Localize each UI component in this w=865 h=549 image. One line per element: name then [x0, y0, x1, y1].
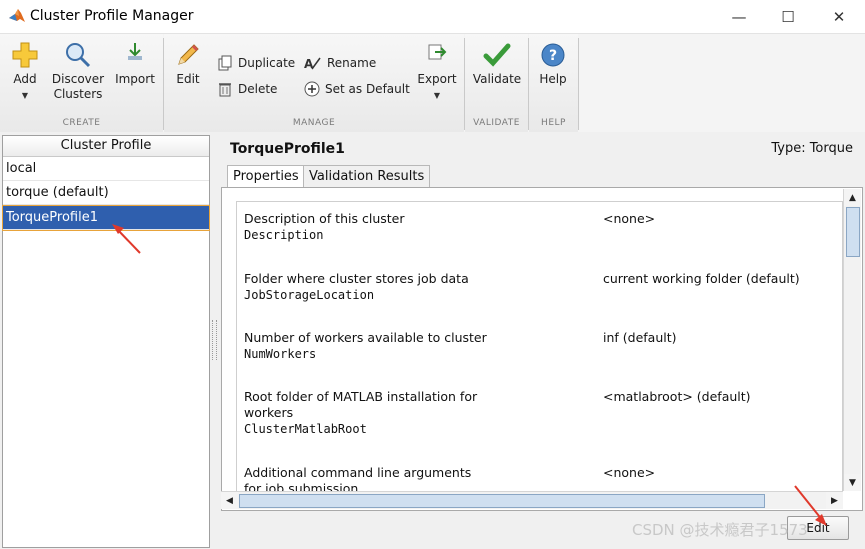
duplicate-label: Duplicate: [238, 56, 296, 70]
validate-label: Validate: [472, 72, 522, 86]
property-description: Description of this cluster Description: [244, 211, 494, 243]
set-as-default-button[interactable]: Set as Default: [304, 81, 410, 97]
rename-label: Rename: [327, 56, 377, 70]
property-description: Folder where cluster stores job data Job…: [244, 271, 494, 303]
close-button[interactable]: ✕: [816, 0, 862, 33]
property-desc-text: Root folder of MATLAB installation for w…: [244, 389, 478, 420]
pencil-icon: [178, 44, 199, 65]
property-desc-text: Number of workers available to cluster: [244, 330, 487, 345]
add-label: Add: [13, 72, 37, 86]
import-button[interactable]: Import: [112, 41, 158, 87]
maximize-button[interactable]: ☐: [765, 0, 811, 33]
separator: [464, 38, 465, 130]
hscroll-thumb[interactable]: [239, 494, 765, 508]
add-button[interactable]: Add ▼: [6, 41, 44, 101]
help-icon: ?: [541, 43, 565, 67]
window-title: Cluster Profile Manager: [30, 8, 194, 24]
scroll-right-arrow-icon[interactable]: ▶: [826, 492, 843, 509]
property-key: JobStorageLocation: [244, 288, 375, 302]
profile-item-local[interactable]: local: [3, 157, 209, 181]
property-value: <none>: [603, 211, 656, 226]
svg-text:?: ?: [549, 48, 557, 64]
delete-button[interactable]: Delete: [217, 81, 277, 97]
property-desc-text: Description of this cluster: [244, 211, 405, 226]
profile-item-torque[interactable]: torque (default): [3, 181, 209, 205]
minimize-button[interactable]: —: [716, 0, 762, 33]
matlab-logo-icon: [9, 9, 25, 22]
vertical-scrollbar[interactable]: ▲ ▼: [843, 189, 861, 491]
profile-list-header: Cluster Profile: [3, 136, 209, 157]
property-description: Number of workers available to cluster N…: [244, 330, 494, 362]
properties-list: Description of this cluster Description …: [236, 201, 843, 493]
discover-label-2: Clusters: [53, 87, 103, 101]
plus-icon: [12, 42, 38, 68]
chevron-down-icon: ▼: [433, 91, 441, 100]
splitter-handle[interactable]: [212, 320, 217, 360]
scroll-up-arrow-icon[interactable]: ▲: [844, 189, 861, 206]
property-key: Description: [244, 228, 324, 242]
separator: [578, 38, 579, 130]
separator: [163, 38, 164, 130]
duplicate-icon: [218, 55, 232, 71]
discover-clusters-button[interactable]: Discover Clusters: [50, 41, 106, 102]
rename-button[interactable]: A Rename: [304, 55, 376, 71]
export-button[interactable]: Export ▼: [414, 41, 460, 101]
scroll-left-arrow-icon[interactable]: ◀: [221, 492, 238, 509]
property-value: <matlabroot> (default): [603, 389, 751, 404]
property-value: current working folder (default): [603, 271, 800, 286]
property-desc-text: Folder where cluster stores job data: [244, 271, 469, 286]
rename-icon: A: [304, 57, 321, 71]
duplicate-button[interactable]: Duplicate: [217, 55, 295, 71]
help-button[interactable]: ? Help: [533, 41, 573, 87]
horizontal-scrollbar[interactable]: ◀ ▶: [221, 491, 843, 509]
create-section-label: CREATE: [62, 118, 101, 128]
profile-item-torqueprofile1[interactable]: TorqueProfile1: [2, 205, 210, 231]
property-key: ClusterMatlabRoot: [244, 422, 367, 436]
watermark: CSDN @技术瘾君子1573: [632, 521, 808, 539]
checkmark-icon: [483, 43, 511, 67]
discover-label-1: Discover: [51, 72, 105, 86]
set-default-icon: [304, 81, 320, 97]
delete-label: Delete: [238, 82, 278, 96]
export-icon: [428, 44, 447, 60]
help-section-label: HELP: [541, 118, 566, 128]
property-value: inf (default): [603, 330, 677, 345]
scroll-thumb[interactable]: [846, 207, 860, 257]
scroll-down-arrow-icon[interactable]: ▼: [844, 474, 861, 491]
chevron-down-icon: ▼: [21, 91, 29, 100]
property-description: Additional command line arguments for jo…: [244, 465, 484, 493]
profile-type: Type: Torque: [771, 141, 853, 156]
export-label: Export: [417, 72, 457, 86]
tab-properties[interactable]: Properties: [227, 165, 305, 188]
property-description: Root folder of MATLAB installation for w…: [244, 389, 489, 437]
import-icon: [128, 43, 142, 60]
property-value: <none>: [603, 465, 656, 480]
tab-validation-results[interactable]: Validation Results: [303, 165, 431, 188]
set-as-default-label: Set as Default: [325, 82, 410, 96]
magnifier-icon: [66, 43, 91, 68]
manage-section-label: MANAGE: [292, 118, 336, 128]
help-label: Help: [539, 72, 567, 86]
import-label: Import: [115, 72, 155, 86]
property-key: NumWorkers: [244, 347, 317, 361]
trash-icon: [219, 83, 231, 97]
edit-toolbar-button[interactable]: Edit: [170, 41, 206, 87]
separator: [528, 38, 529, 130]
profile-name: TorqueProfile1: [230, 141, 345, 157]
property-desc-text: Additional command line arguments for jo…: [244, 465, 472, 493]
validate-button[interactable]: Validate: [471, 41, 523, 87]
edit-toolbar-label: Edit: [176, 72, 200, 86]
profile-list-panel: Cluster Profile local torque (default) T…: [2, 135, 210, 548]
validate-section-label: VALIDATE: [473, 118, 520, 128]
